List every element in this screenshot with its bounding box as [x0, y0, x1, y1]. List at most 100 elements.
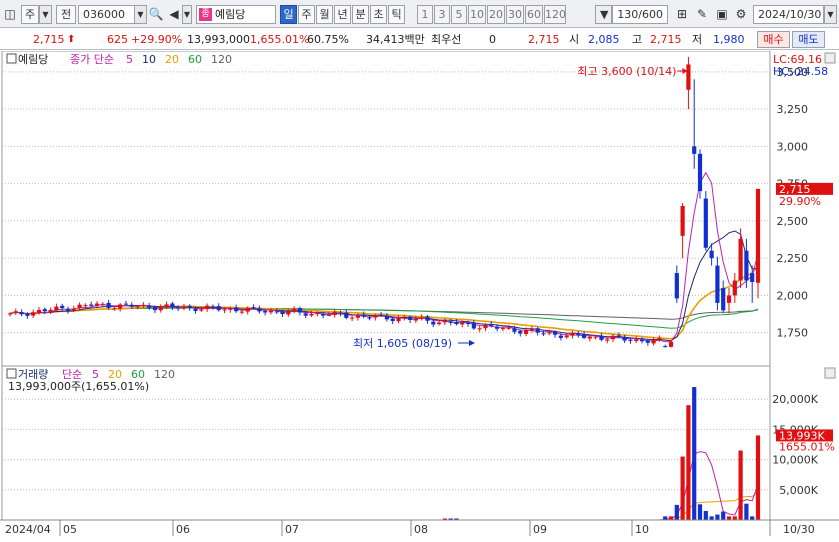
quote-bar: 2,715 ⬆ 625 +29.90% 13,993,000 1,655.01%… — [0, 29, 839, 50]
period-tab-3[interactable]: 년 — [334, 5, 351, 24]
period-tab-0[interactable]: 일 — [280, 5, 297, 24]
candle-body — [715, 265, 720, 303]
price-change: 625 — [107, 33, 128, 46]
drawing-icon[interactable]: ✎ — [694, 6, 710, 23]
candle-body — [512, 328, 517, 332]
candle-body — [205, 305, 210, 310]
code-dropdown-icon[interactable]: ▼ — [134, 5, 147, 24]
settings-icon[interactable]: ⚙ — [733, 6, 749, 23]
candle-body — [355, 315, 361, 318]
market-dropdown-icon[interactable]: ▼ — [39, 5, 52, 24]
candle-body — [367, 317, 372, 319]
volume-bar — [755, 435, 761, 520]
price-ma-period: 5 — [126, 53, 133, 66]
stock-badge: 종 — [199, 8, 212, 21]
price-tick-label: 2,250 — [777, 252, 809, 265]
candle-body — [228, 308, 233, 310]
price-ma-period: 10 — [142, 53, 156, 66]
count-field[interactable]: 130/600 — [612, 5, 668, 24]
candle-body — [396, 318, 401, 322]
candle-body — [263, 310, 268, 313]
candle-body — [89, 304, 94, 306]
interval-button-3[interactable]: 10 — [468, 5, 486, 24]
interval-button-7[interactable]: 120 — [544, 5, 566, 24]
chart-area[interactable]: 1,7502,0002,2502,5002,7503,0003,2503,500… — [0, 51, 839, 542]
period-tab-4[interactable]: 분 — [352, 5, 369, 24]
speaker-dropdown-icon[interactable]: ▼ — [182, 5, 192, 24]
save-icon[interactable]: ▣ — [714, 6, 730, 23]
candle-body — [77, 304, 82, 309]
candle-body — [703, 198, 708, 248]
candle-body — [373, 315, 378, 318]
tools-icon[interactable]: ⊞ — [674, 6, 690, 23]
interval-button-5[interactable]: 30 — [506, 5, 524, 24]
candle-body — [83, 305, 88, 307]
volume-panel-collapse-icon[interactable] — [824, 367, 836, 379]
volume-bar — [663, 516, 668, 520]
price-panel-collapse-icon[interactable] — [824, 52, 836, 64]
volume-bar — [692, 387, 697, 520]
candle-body — [239, 311, 245, 313]
candle-body — [309, 313, 314, 316]
candle-body — [436, 322, 442, 325]
period-tab-2[interactable]: 월 — [316, 5, 333, 24]
period-tab-6[interactable]: 틱 — [388, 5, 405, 24]
priority-value: 0 — [489, 33, 496, 46]
month-label: 09 — [533, 523, 547, 536]
candle-body — [222, 309, 227, 311]
candle-body — [123, 303, 129, 305]
candle-body — [576, 333, 581, 335]
interval-dropdown-icon[interactable]: ▼ — [595, 5, 612, 24]
candle-body — [42, 309, 47, 312]
interval-button-1[interactable]: 3 — [434, 5, 450, 24]
panel-menu-icon[interactable] — [6, 53, 17, 64]
candle-body — [71, 308, 76, 311]
interval-button-6[interactable]: 60 — [525, 5, 543, 24]
candle-body — [535, 328, 540, 333]
candle-body — [147, 305, 152, 308]
date-dropdown-icon[interactable]: ▼ — [824, 5, 837, 24]
candle-body — [164, 304, 169, 308]
sell-button[interactable]: 매도 — [792, 31, 825, 48]
candle-body — [558, 335, 563, 338]
stock-code-input[interactable]: 036000 — [78, 5, 135, 24]
low-label: 저 — [692, 33, 703, 46]
trade-amount: 34,413백만 — [366, 33, 425, 46]
price-panel-frame — [1, 51, 771, 368]
candle-body — [176, 307, 181, 309]
candle-body — [622, 337, 627, 341]
candle-body — [639, 339, 645, 342]
candle-body — [350, 317, 355, 319]
candle-body — [379, 314, 384, 316]
candle-body — [141, 304, 146, 306]
candle-body — [210, 306, 216, 308]
last-pct-tag: 29.90% — [779, 195, 821, 208]
volume-ma-period: 120 — [154, 368, 175, 381]
candle-body — [483, 324, 488, 329]
volume-panel-menu-icon[interactable] — [6, 368, 17, 379]
speaker-icon[interactable]: ◀ — [166, 6, 182, 23]
high-label: 고 — [632, 33, 643, 46]
candle-body — [547, 332, 552, 334]
prev-button[interactable]: 전 — [56, 5, 76, 24]
candle-body — [663, 346, 668, 348]
search-icon[interactable]: 🔍 — [148, 6, 164, 23]
candle-body — [634, 339, 639, 342]
market-type-select[interactable]: 주 — [21, 5, 39, 24]
period-tab-1[interactable]: 주 — [298, 5, 315, 24]
interval-button-0[interactable]: 1 — [417, 5, 433, 24]
last-volume-pct-tag: 1655.01% — [779, 440, 835, 453]
volume-bar — [680, 456, 685, 520]
candle-body — [616, 335, 621, 337]
chart-type-icon[interactable]: ◫ — [2, 6, 18, 23]
interval-button-2[interactable]: 5 — [451, 5, 467, 24]
period-tab-5[interactable]: 초 — [370, 5, 387, 24]
hc-label: HC:-24.58 — [773, 65, 828, 78]
interval-button-4[interactable]: 20 — [487, 5, 505, 24]
candle-body — [460, 322, 465, 325]
candle-body — [135, 306, 140, 308]
stock-name-field[interactable]: 종 예림당 — [196, 5, 276, 24]
buy-button[interactable]: 매수 — [757, 31, 790, 48]
date-field[interactable]: 2024/10/30 — [753, 5, 824, 24]
price-ma-period: 20 — [165, 53, 179, 66]
